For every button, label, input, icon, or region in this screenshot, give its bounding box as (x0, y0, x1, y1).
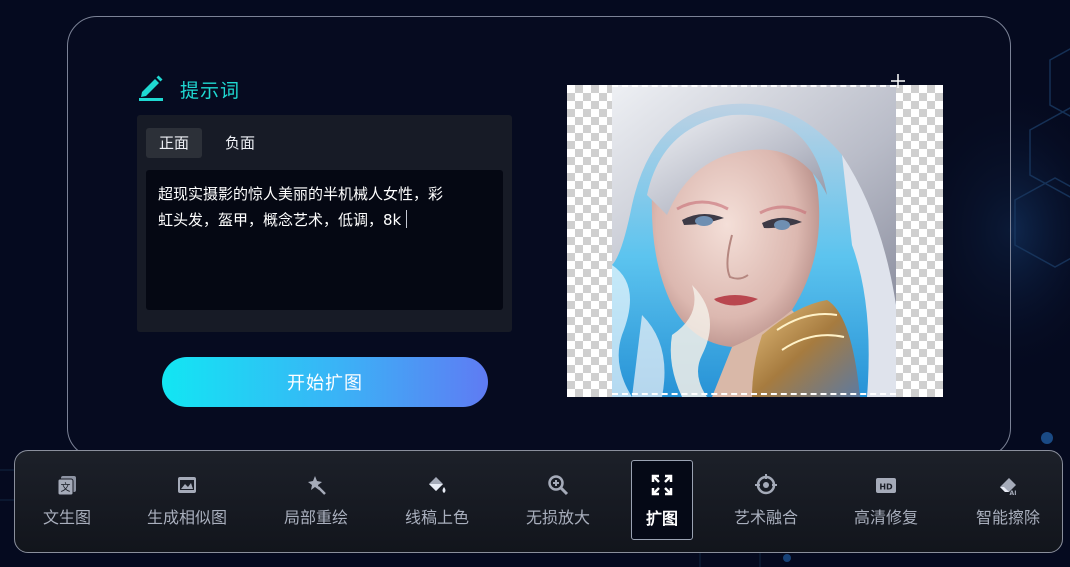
prompt-text-line-2: 虹头发，盔甲，概念艺术，低调，8k (158, 211, 402, 229)
tab-negative[interactable]: 负面 (212, 128, 268, 158)
magic-brush-icon (308, 476, 326, 495)
tool-label: 无损放大 (525, 508, 590, 527)
expand-icon (651, 474, 673, 496)
prompt-title: 提示词 (180, 79, 241, 102)
tool-bar: 文 文生图 生成相似图 局部重绘 线稿上色 无损放大 扩图 艺术融合 HD 高清… (14, 450, 1063, 553)
tool-art-fusion[interactable]: 艺术融合 (725, 451, 807, 552)
tool-lossless-upscale[interactable]: 无损放大 (515, 451, 601, 552)
tool-label: 生成相似图 (146, 508, 227, 527)
crop-handle-icon[interactable] (891, 74, 905, 88)
tool-line-colorize[interactable]: 线稿上色 (391, 451, 483, 552)
tool-label: 局部重绘 (283, 508, 348, 527)
tool-hd-restore[interactable]: HD 高清修复 (843, 451, 929, 552)
paint-bucket-icon (429, 477, 446, 493)
tool-label: 高清修复 (853, 508, 918, 527)
tool-similar-image[interactable]: 生成相似图 (137, 451, 237, 552)
similar-image-icon (178, 477, 196, 493)
tool-text-to-image[interactable]: 文 文生图 (31, 451, 103, 552)
text-caret (406, 210, 408, 228)
tool-smart-erase[interactable]: AI 智能擦除 (965, 451, 1051, 552)
prompt-editor: 正面 负面 超现实摄影的惊人美丽的半机械人女性，彩 虹头发，盔甲，概念艺术，低调… (137, 115, 512, 332)
tool-label: 扩图 (645, 509, 678, 528)
tool-expand[interactable]: 扩图 (631, 460, 693, 540)
svg-text:AI: AI (1010, 490, 1017, 496)
zoom-in-icon (548, 475, 569, 496)
tool-label: 线稿上色 (404, 508, 469, 527)
prompt-textarea[interactable]: 超现实摄影的惊人美丽的半机械人女性，彩 虹头发，盔甲，概念艺术，低调，8k (146, 170, 503, 310)
tab-positive[interactable]: 正面 (146, 128, 203, 158)
crop-boundary (612, 85, 896, 395)
hd-icon: HD (876, 478, 896, 493)
tool-label: 智能擦除 (975, 508, 1040, 527)
svg-text:文: 文 (61, 481, 71, 494)
fusion-icon (755, 474, 777, 495)
svg-text:HD: HD (879, 483, 893, 492)
prompt-text-line-1: 超现实摄影的惊人美丽的半机械人女性，彩 (158, 185, 444, 203)
edit-icon (136, 72, 166, 106)
tool-inpaint[interactable]: 局部重绘 (273, 451, 359, 552)
prompt-header: 提示词 (136, 74, 240, 104)
start-expand-button[interactable]: 开始扩图 (162, 357, 488, 407)
tool-label: 艺术融合 (733, 508, 798, 527)
text-to-image-icon: 文 (57, 476, 76, 496)
eraser-icon: AI (1000, 478, 1017, 496)
tool-label: 文生图 (42, 508, 91, 527)
